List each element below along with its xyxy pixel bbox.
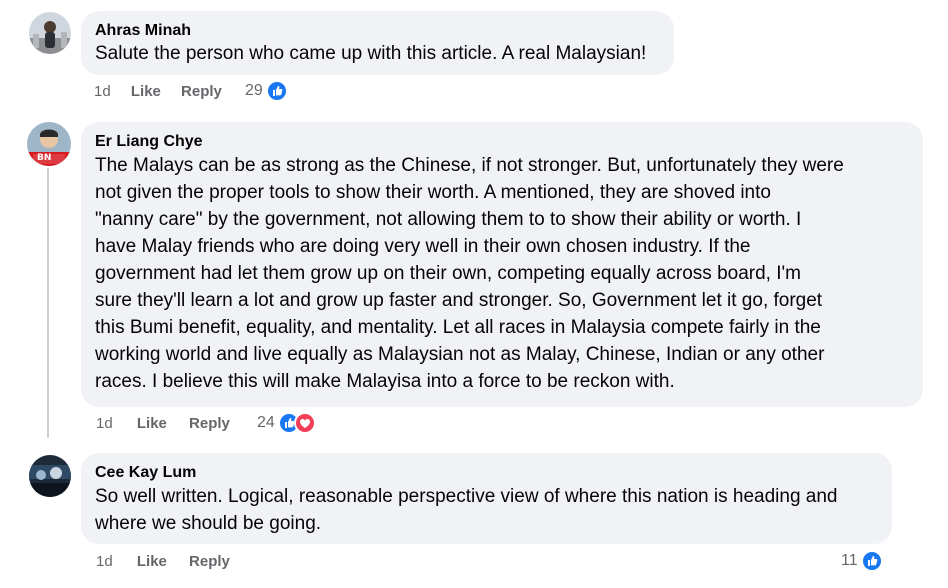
- comment-bubble: Er Liang Chye The Malays can be as stron…: [81, 122, 923, 407]
- reaction-summary[interactable]: 29: [245, 80, 288, 102]
- comment-author[interactable]: Er Liang Chye: [95, 132, 909, 152]
- comment-time[interactable]: 1d: [96, 553, 113, 570]
- comment-bubble: Ahras Minah Salute the person who came u…: [81, 11, 674, 75]
- comment-actions: 1d Like Reply: [96, 552, 230, 572]
- comment-actions: 1d Like Reply: [96, 414, 230, 434]
- avatar-cee-kay-lum[interactable]: [29, 455, 71, 497]
- avatar-ahras-minah[interactable]: [29, 12, 71, 54]
- avatar-badge: BN: [37, 153, 52, 163]
- reaction-count: 24: [257, 414, 275, 431]
- thread-line: [47, 168, 49, 438]
- reaction-summary[interactable]: 11: [841, 550, 883, 572]
- comment-text: The Malays can be as strong as the Chine…: [95, 155, 844, 392]
- avatar-er-liang-chye[interactable]: BN: [27, 122, 71, 166]
- comment-author[interactable]: Ahras Minah: [95, 21, 660, 41]
- like-icon: [265, 80, 288, 102]
- reaction-count: 11: [841, 552, 858, 569]
- comment-author[interactable]: Cee Kay Lum: [95, 463, 878, 483]
- comment-text: Salute the person who came up with this …: [95, 43, 647, 64]
- comment-text: So well written. Logical, reasonable per…: [95, 486, 838, 534]
- reply-button[interactable]: Reply: [189, 415, 230, 432]
- comment-bubble: Cee Kay Lum So well written. Logical, re…: [81, 453, 892, 544]
- reaction-summary[interactable]: 24: [257, 412, 316, 434]
- like-icon: [860, 550, 883, 572]
- like-button[interactable]: Like: [137, 553, 167, 570]
- comment-actions: 1d Like Reply: [94, 82, 222, 102]
- comment-time[interactable]: 1d: [94, 83, 111, 100]
- reply-button[interactable]: Reply: [181, 83, 222, 100]
- like-button[interactable]: Like: [131, 83, 161, 100]
- love-icon: [293, 412, 316, 434]
- reply-button[interactable]: Reply: [189, 553, 230, 570]
- reaction-count: 29: [245, 82, 263, 99]
- comment-time[interactable]: 1d: [96, 415, 113, 432]
- like-button[interactable]: Like: [137, 415, 167, 432]
